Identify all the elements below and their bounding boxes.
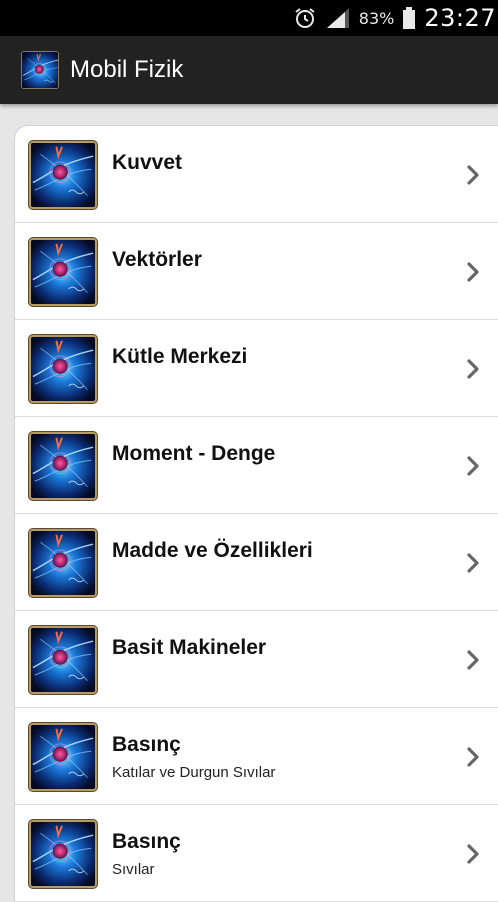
app-title: Mobil Fizik (70, 56, 184, 83)
list-item-title: Kuvvet (112, 151, 183, 174)
alarm-icon (295, 8, 315, 28)
signal-icon (326, 8, 349, 28)
list-item[interactable]: Moment - Denge (15, 417, 498, 514)
list-item-title: Madde ve Özellikleri (112, 539, 313, 562)
physics-thumbnail-icon (29, 820, 97, 888)
list-item-title: Vektörler (112, 248, 202, 271)
list-item[interactable]: Kuvvet (15, 126, 498, 223)
list-item[interactable]: Basınç Sıvılar (15, 805, 498, 902)
battery-icon (403, 7, 416, 29)
physics-thumbnail-icon (29, 141, 97, 209)
list-item-title: Moment - Denge (112, 442, 276, 465)
list-item-title: Kütle Merkezi (112, 345, 248, 368)
physics-thumbnail-icon (29, 723, 97, 791)
status-icons: 83% 23:27 (293, 0, 498, 36)
chevron-right-icon (467, 844, 479, 864)
list-item[interactable]: Vektörler (15, 223, 498, 320)
app-logo-icon[interactable] (21, 51, 59, 89)
list-item-title: Basınç (112, 830, 181, 853)
list-item[interactable]: Basınç Katılar ve Durgun Sıvılar (15, 708, 498, 805)
list-item-subtitle: Sıvılar (112, 861, 155, 878)
status-time: 23:27 (424, 4, 496, 32)
chevron-right-icon (467, 650, 479, 670)
physics-thumbnail-icon (29, 529, 97, 597)
list-item-subtitle: Katılar ve Durgun Sıvılar (112, 764, 276, 781)
status-bar: 83% 23:27 (0, 0, 498, 36)
chevron-right-icon (467, 262, 479, 282)
chevron-right-icon (467, 456, 479, 476)
action-bar: Mobil Fizik (0, 36, 498, 104)
list-item[interactable]: Basit Makineler (15, 611, 498, 708)
physics-thumbnail-icon (29, 238, 97, 306)
topic-list: Kuvvet Vektörler Kütle Merkezi Moment - … (14, 125, 498, 902)
chevron-right-icon (467, 747, 479, 767)
chevron-right-icon (467, 553, 479, 573)
list-item-title: Basit Makineler (112, 636, 267, 659)
physics-thumbnail-icon (29, 335, 97, 403)
physics-thumbnail-icon (29, 432, 97, 500)
list-item-title: Basınç (112, 733, 181, 756)
chevron-right-icon (467, 359, 479, 379)
list-item[interactable]: Kütle Merkezi (15, 320, 498, 417)
battery-percent: 83% (358, 8, 395, 28)
chevron-right-icon (467, 165, 479, 185)
list-item[interactable]: Madde ve Özellikleri (15, 514, 498, 611)
physics-thumbnail-icon (29, 626, 97, 694)
